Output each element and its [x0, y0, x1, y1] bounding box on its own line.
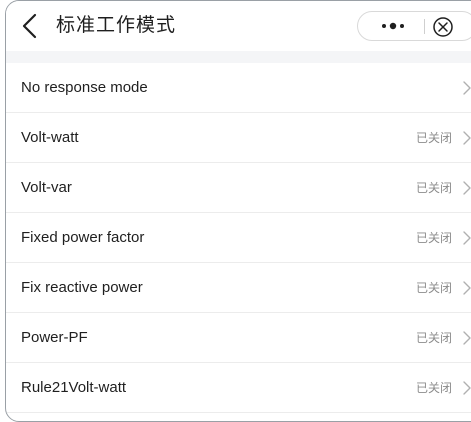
chevron-right-icon [463, 131, 471, 145]
mode-list: No response mode Volt-watt 已关闭 Volt-var … [6, 63, 471, 413]
mode-label: No response mode [21, 79, 148, 96]
mode-label: Volt-var [21, 179, 72, 196]
mini-program-capsule [357, 11, 471, 41]
phone-frame: 标准工作模式 No response mode Volt-watt 已关闭 Vo… [5, 0, 471, 422]
more-dots-icon [382, 22, 404, 30]
more-button[interactable] [370, 12, 416, 40]
list-item-no-response-mode[interactable]: No response mode [6, 63, 471, 113]
mode-label: Fix reactive power [21, 279, 143, 296]
mode-label: Rule21Volt-watt [21, 379, 127, 396]
chevron-right-icon [463, 231, 471, 245]
chevron-right-icon [463, 181, 471, 195]
mode-label: Volt-watt [21, 129, 79, 146]
chevron-right-icon [463, 381, 471, 395]
circle-close-icon [433, 17, 453, 37]
navigation-bar: 标准工作模式 [6, 1, 471, 51]
mode-label: Power-PF [21, 329, 88, 346]
list-item-rule21-volt-watt[interactable]: Rule21Volt-watt 已关闭 [6, 363, 471, 413]
status-text: 已关闭 [416, 381, 453, 395]
status-text: 已关闭 [416, 281, 453, 295]
status-text: 已关闭 [416, 131, 453, 145]
capsule-divider [424, 19, 425, 34]
status-text: 已关闭 [416, 231, 453, 245]
chevron-left-icon [22, 13, 37, 39]
chevron-right-icon [463, 81, 471, 95]
status-text: 已关闭 [416, 181, 453, 195]
chevron-right-icon [463, 331, 471, 345]
list-item-fixed-power-factor[interactable]: Fixed power factor 已关闭 [6, 213, 471, 263]
list-item-fix-reactive-power[interactable]: Fix reactive power 已关闭 [6, 263, 471, 313]
back-button[interactable] [16, 11, 46, 41]
list-item-volt-watt[interactable]: Volt-watt 已关闭 [6, 113, 471, 163]
list-item-volt-var[interactable]: Volt-var 已关闭 [6, 163, 471, 213]
close-button[interactable] [430, 14, 456, 40]
mode-label: Fixed power factor [21, 229, 145, 246]
page-title: 标准工作模式 [56, 15, 177, 36]
chevron-right-icon [463, 281, 471, 295]
list-item-power-pf[interactable]: Power-PF 已关闭 [6, 313, 471, 363]
status-text: 已关闭 [416, 331, 453, 345]
section-spacer [6, 51, 471, 63]
